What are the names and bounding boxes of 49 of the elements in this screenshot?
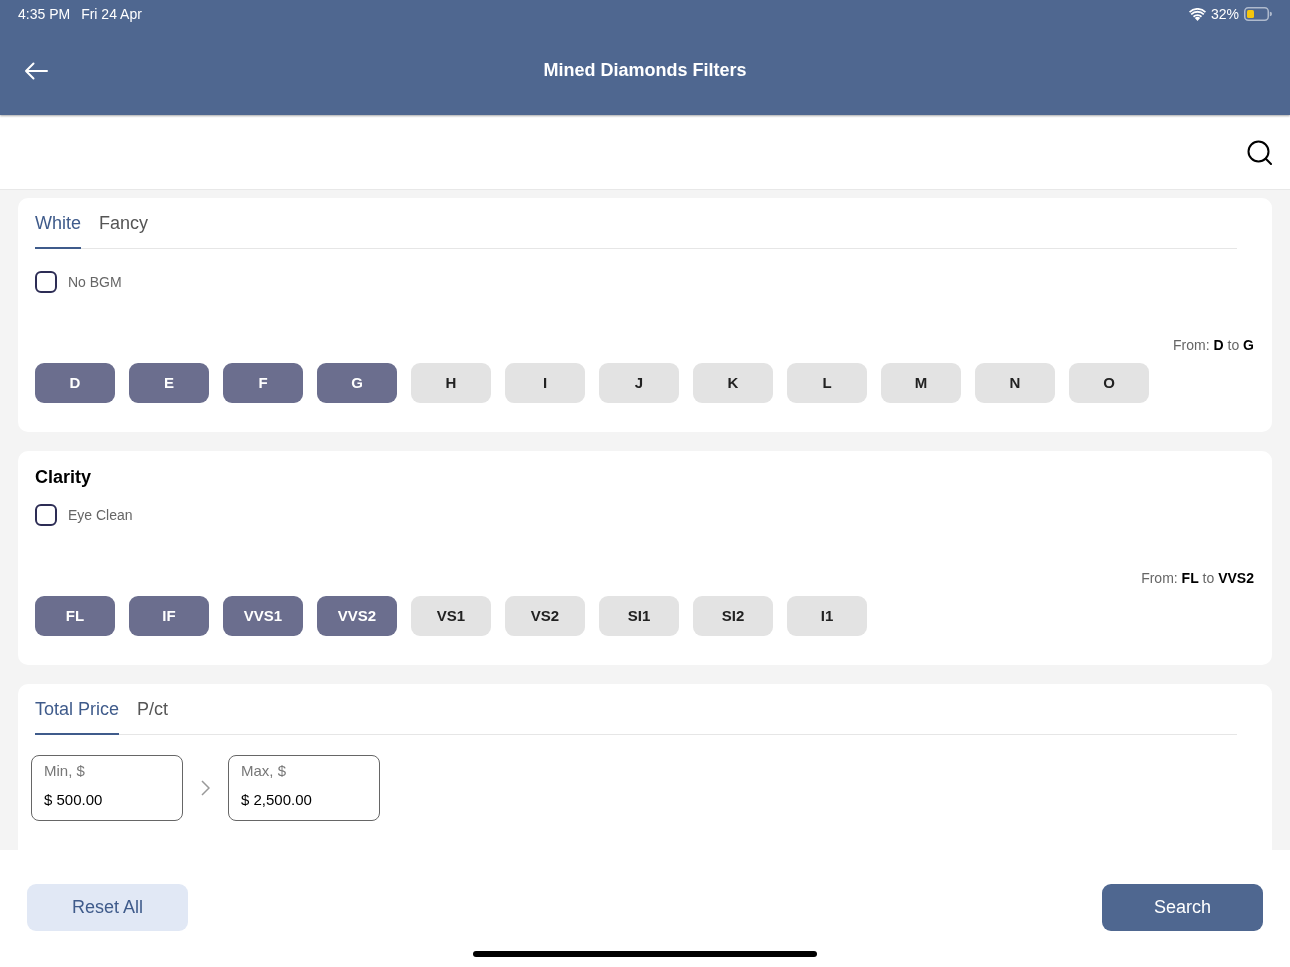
wifi-icon — [1188, 7, 1206, 21]
search-button[interactable]: Search — [1102, 884, 1263, 931]
grade-button[interactable]: IF — [129, 596, 209, 636]
grade-button[interactable]: D — [35, 363, 115, 403]
price-field[interactable]: Min, $ $ 500.00 — [31, 755, 183, 821]
grade-button[interactable]: G — [317, 363, 397, 403]
grade-button[interactable]: SI1 — [599, 596, 679, 636]
status-date: Fri 24 Apr — [81, 4, 142, 24]
range-label: From: D to G — [1173, 336, 1254, 354]
tab[interactable]: Fancy — [99, 212, 149, 249]
grade-button[interactable]: O — [1069, 363, 1149, 403]
chevron-right-icon — [201, 780, 210, 796]
grade-button[interactable]: VS2 — [505, 596, 585, 636]
section-title: Clarity — [35, 466, 92, 488]
reset-button[interactable]: Reset All — [27, 884, 188, 931]
tab[interactable]: White — [35, 212, 81, 249]
checkbox[interactable] — [35, 504, 57, 526]
field-label: Min, $ — [44, 761, 85, 781]
grade-button[interactable]: H — [411, 363, 491, 403]
tab[interactable]: Total Price — [35, 698, 120, 735]
grade-button[interactable]: L — [787, 363, 867, 403]
grade-button[interactable]: F — [223, 363, 303, 403]
grade-button[interactable]: I — [505, 363, 585, 403]
checkbox[interactable] — [35, 271, 57, 293]
price-field[interactable]: Max, $ $ 2,500.00 — [228, 755, 380, 821]
grade-button[interactable]: E — [129, 363, 209, 403]
grade-button[interactable]: VVS2 — [317, 596, 397, 636]
tab[interactable]: P/ct — [137, 698, 169, 735]
grade-button[interactable]: SI2 — [693, 596, 773, 636]
grade-button[interactable]: M — [881, 363, 961, 403]
checkbox-label: Eye Clean — [68, 505, 133, 525]
page-title: Mined Diamonds Filters — [543, 59, 747, 82]
checkbox-label: No BGM — [68, 272, 122, 292]
grade-button[interactable]: VVS1 — [223, 596, 303, 636]
grade-button[interactable]: J — [599, 363, 679, 403]
grade-button[interactable]: K — [693, 363, 773, 403]
status-time: 4:35 PM — [18, 4, 71, 24]
field-label: Max, $ — [241, 761, 286, 781]
grade-button[interactable]: FL — [35, 596, 115, 636]
battery-icon — [1244, 7, 1272, 21]
grade-button[interactable]: I1 — [787, 596, 867, 636]
grade-button[interactable]: VS1 — [411, 596, 491, 636]
range-label: From: FL to VVS2 — [1141, 569, 1254, 587]
field-value: $ 2,500.00 — [241, 790, 312, 810]
field-value: $ 500.00 — [44, 790, 103, 810]
search-icon[interactable] — [1247, 139, 1272, 165]
battery-percent: 32% — [1210, 4, 1239, 24]
grade-button[interactable]: N — [975, 363, 1055, 403]
back-arrow-icon[interactable] — [24, 61, 48, 80]
